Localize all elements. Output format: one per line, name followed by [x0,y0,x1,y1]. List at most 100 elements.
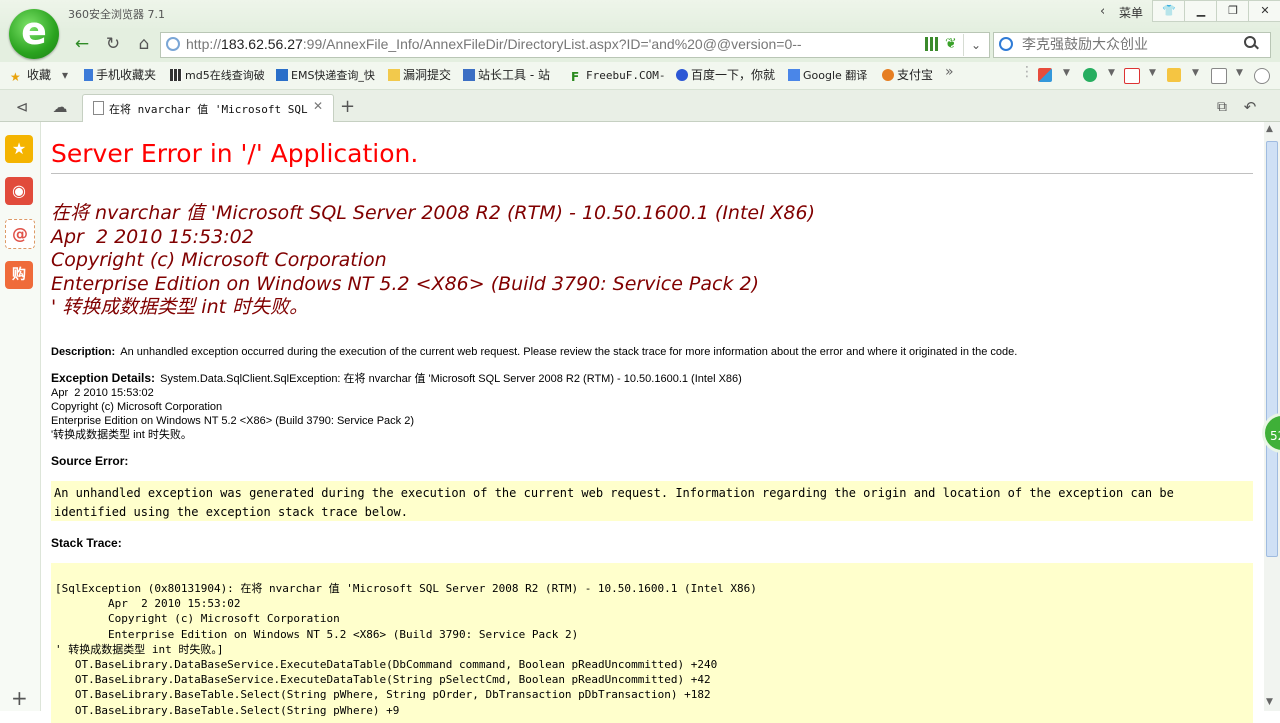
bookmark-item[interactable]: 站长工具 - 站 [463,66,550,84]
bookmark-item[interactable]: 漏洞提交 [388,66,451,84]
skin-button[interactable]: 👕 [1152,0,1186,22]
bookmark-label: FreebuF.COM- [586,69,666,82]
bookmark-label: EMS快递查询_快 [291,69,375,82]
weibo-icon[interactable]: ◉ [5,177,33,205]
url-scheme: http:// [186,36,222,52]
zoom-icon[interactable] [1254,68,1270,84]
exception-details: Exception Details: System.Data.SqlClient… [51,367,742,442]
scroll-down-icon[interactable]: ▼ [1266,697,1273,707]
browser-logo[interactable]: e [9,9,59,59]
ems-icon [276,69,288,81]
exception-text: Apr 2 2010 15:53:02 Copyright (c) Micros… [51,387,414,441]
close-tab-icon[interactable]: ✕ [313,99,323,113]
screenshot-dropdown-icon[interactable]: ▼ [1236,68,1243,78]
stack-trace-box: [SqlException (0x80131904): 在将 nvarchar … [51,563,1253,723]
tab-current[interactable]: 在将 nvarchar 值 'Microsoft SQL Se ✕ [82,94,334,122]
apps-dropdown-icon[interactable]: ▼ [1063,68,1070,78]
restore-button[interactable]: ❐ [1216,0,1250,22]
minimize-button[interactable]: ▁ [1184,0,1218,22]
close-window-button[interactable]: ✕ [1248,0,1280,22]
back-icon[interactable]: ← [68,32,96,58]
bookmark-item[interactable]: Google 翻译 [788,66,867,84]
source-error-label: Source Error: [51,454,129,468]
bookmark-item[interactable]: md5在线查询破 [170,66,265,84]
cloud-icon[interactable]: ☁ [46,95,74,121]
search-input[interactable] [1022,35,1237,55]
bookmark-item[interactable]: 百度一下，你就 [676,66,775,84]
bookmark-item[interactable]: EMS快递查询_快 [276,66,375,84]
address-bar[interactable]: http://183.62.56.27:99/AnnexFile_Info/An… [160,32,990,58]
search-engine-icon[interactable] [999,37,1013,51]
description-label: Description: [51,346,116,358]
google-translate-icon [788,69,800,81]
source-error-box: An unhandled exception was generated dur… [51,481,1253,521]
source-error-text: An unhandled exception was generated dur… [54,486,1174,519]
more-bookmarks-icon[interactable]: » [945,64,954,80]
chinaz-icon [463,69,475,81]
url-text[interactable]: http://183.62.56.27:99/AnnexFile_Info/An… [186,36,802,52]
sidebar-add-icon[interactable]: + [11,686,28,710]
home-icon[interactable]: ⌂ [130,32,158,58]
page-icon [93,101,104,115]
baidu-icon [676,69,688,81]
mail-icon[interactable]: @ [5,219,35,249]
search-bar[interactable] [993,32,1271,58]
bookmark-item[interactable]: 支付宝 [882,66,933,84]
error-heading-line: Enterprise Edition on Windows NT 5.2 <X8… [51,272,760,295]
grid-icon [170,69,182,81]
apps-icon[interactable] [1038,68,1052,82]
title-bar [0,0,1280,30]
qr-code-icon[interactable] [925,37,939,51]
security-dropdown-icon[interactable]: ▼ [1108,68,1115,78]
refresh-icon[interactable]: ↻ [99,32,127,58]
tab-title: 在将 nvarchar 值 'Microsoft SQL Se [109,103,309,116]
extension-dropdown-icon[interactable]: ▼ [1192,68,1199,78]
error-heading: 在将 nvarchar 值 'Microsoft SQL Server 2008… [51,202,815,320]
menu-back-icon[interactable]: ‹ [1100,4,1105,19]
error-heading-line: Copyright (c) Microsoft Corporation [51,249,387,271]
folder-icon [388,69,400,81]
page-content: Server Error in '/' Application. 在将 nvar… [51,122,1253,723]
speed-mode-icon[interactable]: ❦ [945,36,957,52]
bookmark-label: 手机收藏夹 [96,68,157,82]
toolbar-divider: ⋮ [1020,64,1034,80]
app-title: 360安全浏览器 7.1 [68,8,165,21]
bookmark-label: md5在线查询破 [185,69,265,82]
star-add-icon: ★ [10,70,21,84]
scrollbar-thumb[interactable] [1266,141,1278,557]
shopping-icon[interactable]: 购 [5,261,33,289]
bookmark-label: 收藏 [27,68,52,82]
phone-icon [84,69,93,81]
divider [51,173,1253,174]
menu-button[interactable]: 菜单 [1119,4,1143,21]
adblock-dropdown-icon[interactable]: ▼ [1149,68,1156,78]
security-guard-icon[interactable] [1083,68,1097,82]
undo-close-tab-icon[interactable]: ↶ [1236,95,1264,121]
url-host: 183.62.56.27 [221,36,303,52]
screenshot-icon[interactable] [1211,68,1227,84]
bookmark-label: 站长工具 - 站 [478,68,550,82]
stack-trace-text: [SqlException (0x80131904): 在将 nvarchar … [55,582,757,717]
scroll-up-icon[interactable]: ▲ [1266,124,1273,134]
alipay-icon [882,69,894,81]
bookmark-label: Google 翻译 [803,69,868,82]
tab-list-icon[interactable]: ⧉ [1208,95,1236,121]
bookmark-favorites[interactable]: ★ 收藏 [10,66,51,84]
favorites-star-icon[interactable]: ★ [5,135,33,163]
url-dropdown-icon[interactable]: ⌄ [963,34,988,56]
freebuf-icon: F [571,70,580,84]
bookmark-item[interactable]: F FreebuF.COM- [571,66,665,84]
exception-first-line: System.Data.SqlClient.SqlException: 在将 n… [160,373,742,385]
extension-icon[interactable] [1167,68,1181,82]
adblock-icon[interactable] [1124,68,1140,84]
favorites-dropdown-icon[interactable]: ▾ [62,66,68,84]
search-icon[interactable] [1244,36,1258,50]
sidebar-toggle-icon[interactable]: ⊲ [8,95,36,121]
bookmark-label: 支付宝 [897,68,934,82]
new-tab-icon[interactable]: + [340,96,355,117]
stack-trace-label: Stack Trace: [51,536,122,550]
error-heading-line: ' 转换成数据类型 int 时失败。 [51,296,309,318]
bookmark-item[interactable]: 手机收藏夹 [84,66,156,84]
site-info-icon[interactable] [166,37,180,51]
page-title: Server Error in '/' Application. [51,139,419,168]
